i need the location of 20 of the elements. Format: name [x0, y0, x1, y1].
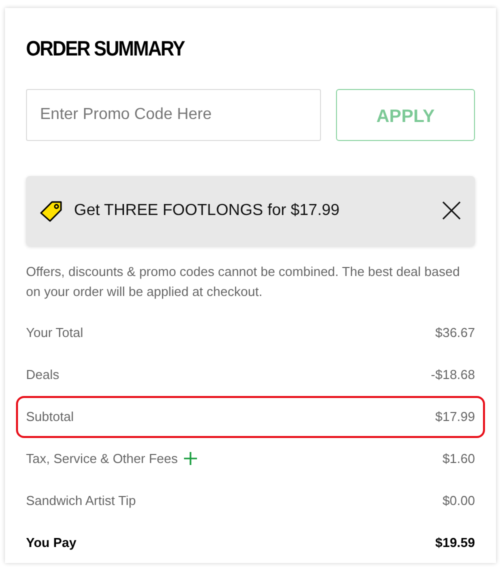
line-label: Deals [26, 366, 60, 384]
tag-icon [39, 200, 63, 222]
apply-button[interactable]: APPLY [336, 88, 475, 140]
line-amount: $1.60 [442, 450, 475, 468]
line-amount: $17.99 [435, 408, 475, 426]
line-label: Subtotal [26, 408, 74, 426]
deals-note: Offers, discounts & promo codes cannot be combined. The best deal based on your order will be applied at checkout. [26, 262, 461, 301]
line-label: Tax, Service & Other Fees [26, 450, 178, 468]
promo-code-field[interactable]: Enter Promo Code Here [26, 88, 321, 140]
line-amount: $19.59 [435, 534, 475, 552]
close-icon[interactable] [442, 201, 461, 220]
line-label: Sandwich Artist Tip [26, 492, 136, 510]
line-label: Your Total [26, 324, 84, 342]
line-amount: -$18.68 [430, 366, 475, 384]
deal-text: Get THREE FOOTLONGS for $17.99 [74, 200, 340, 220]
plus-icon[interactable] [184, 452, 197, 465]
section-title: ORDER SUMMARY [26, 36, 184, 63]
line-amount: $36.67 [435, 324, 475, 342]
line-amount: $0.00 [442, 492, 475, 510]
line-label: You Pay [26, 534, 76, 552]
